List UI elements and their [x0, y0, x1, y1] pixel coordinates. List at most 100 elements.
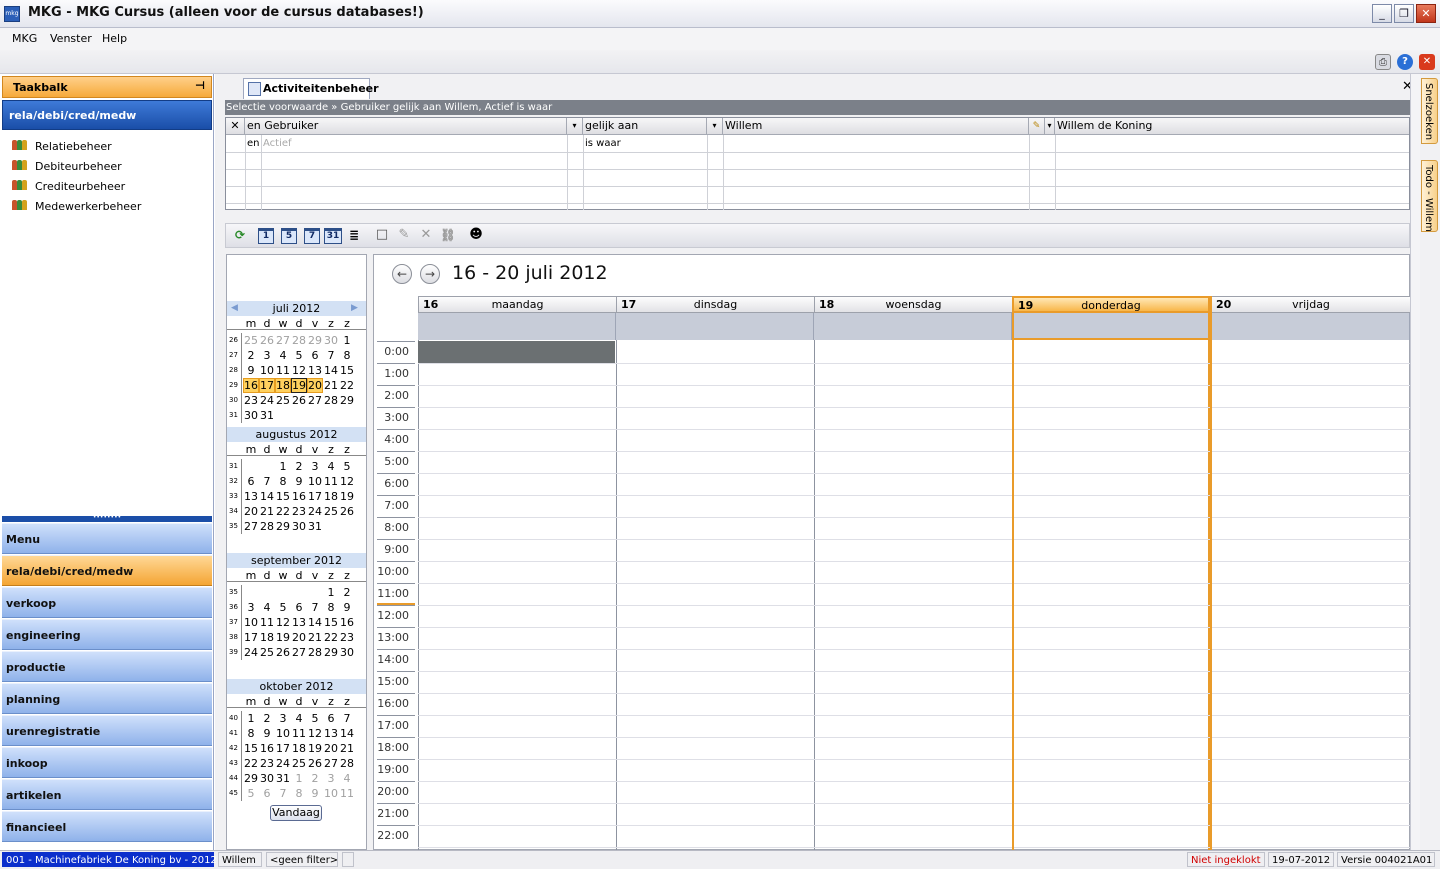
calendar-day[interactable]: 1	[275, 459, 291, 474]
calendar-day[interactable]: 15	[323, 615, 339, 630]
calendar-day[interactable]: 6	[243, 474, 259, 489]
calendar-day[interactable]: 4	[339, 771, 355, 786]
sidebar-item-crediteurbeheer[interactable]: Crediteurbeheer	[12, 178, 202, 196]
calendar-day[interactable]: 5	[275, 600, 291, 615]
calendar-day[interactable]: 23	[339, 630, 355, 645]
vertical-scrollbar[interactable]	[1410, 74, 1420, 850]
tab-activiteitenbeheer[interactable]: Activiteitenbeheer	[243, 78, 379, 99]
status-filter[interactable]: <geen filter>	[266, 852, 338, 867]
all-day-area[interactable]	[616, 313, 814, 340]
calendar-day[interactable]: 16	[259, 741, 275, 756]
month-view-button[interactable]: 31	[324, 228, 342, 244]
calendar-day[interactable]: 30	[291, 519, 307, 534]
all-day-area[interactable]	[1211, 313, 1410, 340]
day-header[interactable]: donderdag 19	[1012, 296, 1210, 313]
calendar-day[interactable]: 30	[339, 645, 355, 660]
tab-todo[interactable]: Todo - Willem	[1421, 160, 1438, 232]
day-column[interactable]	[1211, 340, 1410, 850]
calendar-day[interactable]: 19	[275, 630, 291, 645]
nav-inkoop[interactable]: inkoop	[2, 747, 212, 778]
day-header[interactable]: vrijdag 20	[1211, 296, 1410, 313]
calendar-day[interactable]: 9	[259, 726, 275, 741]
calendar-day[interactable]: 5	[307, 711, 323, 726]
calendar-day[interactable]: 9	[339, 600, 355, 615]
calendar-day[interactable]: 6	[307, 348, 323, 363]
sidebar-splitter[interactable]: ••••••••	[2, 515, 212, 522]
calendar-day[interactable]: 14	[259, 489, 275, 504]
day-header[interactable]: woensdag 18	[814, 296, 1012, 313]
calendar-day[interactable]: 27	[307, 393, 323, 408]
calendar-day[interactable]: 5	[339, 459, 355, 474]
filter-header-field[interactable]: en Gebruiker	[245, 118, 567, 135]
calendar-day[interactable]: 24	[259, 393, 275, 408]
nav-planning[interactable]: planning	[2, 683, 212, 714]
calendar-day[interactable]: 16	[291, 489, 307, 504]
status-clock[interactable]: Niet ingeklokt	[1187, 852, 1265, 867]
day-view-button[interactable]: 1	[258, 228, 274, 244]
calendar-day[interactable]: 31	[307, 519, 323, 534]
day-column[interactable]	[1012, 340, 1210, 850]
close-window-button[interactable]: ✕	[1416, 4, 1436, 23]
calendar-day[interactable]: 22	[323, 630, 339, 645]
calendar-day[interactable]: 30	[323, 333, 339, 348]
calendar-day[interactable]: 8	[291, 786, 307, 801]
next-week-button[interactable]: →	[420, 264, 440, 284]
calendar-day[interactable]: 29	[307, 333, 323, 348]
lookup-icon[interactable]: ✎	[1029, 118, 1045, 135]
calendar-day[interactable]: 20	[243, 504, 259, 519]
today-button[interactable]: Vandaag	[270, 805, 322, 821]
filter-row-operator[interactable]: is waar	[584, 136, 621, 153]
calendar-day[interactable]: 13	[243, 489, 259, 504]
calendar-day[interactable]: 24	[243, 645, 259, 660]
calendar-day[interactable]: 6	[323, 711, 339, 726]
calendar-day[interactable]: 7	[307, 600, 323, 615]
calendar-day[interactable]: 15	[339, 363, 355, 378]
calendar-day[interactable]: 26	[307, 756, 323, 771]
calendar-day[interactable]: 5	[243, 786, 259, 801]
calendar-day[interactable]: 18	[275, 378, 291, 393]
next-month-icon[interactable]: ▶	[351, 301, 358, 316]
calendar-day[interactable]: 29	[323, 645, 339, 660]
filter-row-field[interactable]: Actief	[262, 136, 292, 153]
menu-help[interactable]: Help	[102, 32, 127, 45]
calendar-day[interactable]: 4	[275, 348, 291, 363]
filter-row-conj[interactable]: en	[246, 136, 260, 153]
calendar-day[interactable]: 27	[243, 519, 259, 534]
prev-week-button[interactable]: ←	[392, 264, 412, 284]
filter-grid[interactable]: ✕ en Gebruiker ▾ gelijk aan ▾ Willem ✎ ▾…	[225, 117, 1410, 210]
calendar-day[interactable]: 22	[243, 756, 259, 771]
list-view-icon[interactable]: ≣	[346, 228, 362, 244]
calendar-day[interactable]: 6	[259, 786, 275, 801]
selected-slot[interactable]	[418, 341, 615, 363]
calendar-day[interactable]: 11	[259, 615, 275, 630]
all-day-area[interactable]	[814, 313, 1012, 340]
calendar-day[interactable]: 30	[259, 771, 275, 786]
filter-header-value[interactable]: Willem	[723, 118, 1029, 135]
calendar-day[interactable]: 8	[243, 726, 259, 741]
calendar-day[interactable]: 1	[323, 585, 339, 600]
mini-calendar[interactable]: juli 2012 ◀ ▶ m d w d v z z 26 25 26 27 28 29 30 1 27 2 3 4 5 6…	[226, 254, 367, 850]
calendar-day[interactable]: 28	[259, 519, 275, 534]
maximize-button[interactable]: ❐	[1394, 4, 1414, 23]
calendar-day[interactable]: 10	[323, 786, 339, 801]
calendar-day[interactable]: 28	[307, 645, 323, 660]
calendar-day[interactable]: 29	[339, 393, 355, 408]
calendar-day[interactable]: 9	[291, 474, 307, 489]
calendar-day[interactable]: 1	[291, 771, 307, 786]
calendar-day[interactable]: 17	[307, 489, 323, 504]
calendar-day[interactable]: 23	[243, 393, 259, 408]
calendar-day[interactable]: 9	[307, 786, 323, 801]
calendar-day[interactable]: 26	[275, 645, 291, 660]
calendar-day[interactable]: 10	[259, 363, 275, 378]
calendar-day[interactable]: 19	[291, 378, 307, 393]
calendar-day[interactable]: 25	[291, 756, 307, 771]
chevron-down-icon[interactable]: ▾	[567, 118, 583, 135]
calendar-day[interactable]: 31	[259, 408, 275, 423]
calendar-day[interactable]: 8	[323, 600, 339, 615]
calendar-day[interactable]: 11	[323, 474, 339, 489]
calendar-day[interactable]: 11	[339, 786, 355, 801]
nav-verkoop[interactable]: verkoop	[2, 587, 212, 618]
calendar-day[interactable]: 21	[259, 504, 275, 519]
nav-menu[interactable]: Menu	[2, 523, 212, 554]
calendar-day[interactable]: 2	[307, 771, 323, 786]
